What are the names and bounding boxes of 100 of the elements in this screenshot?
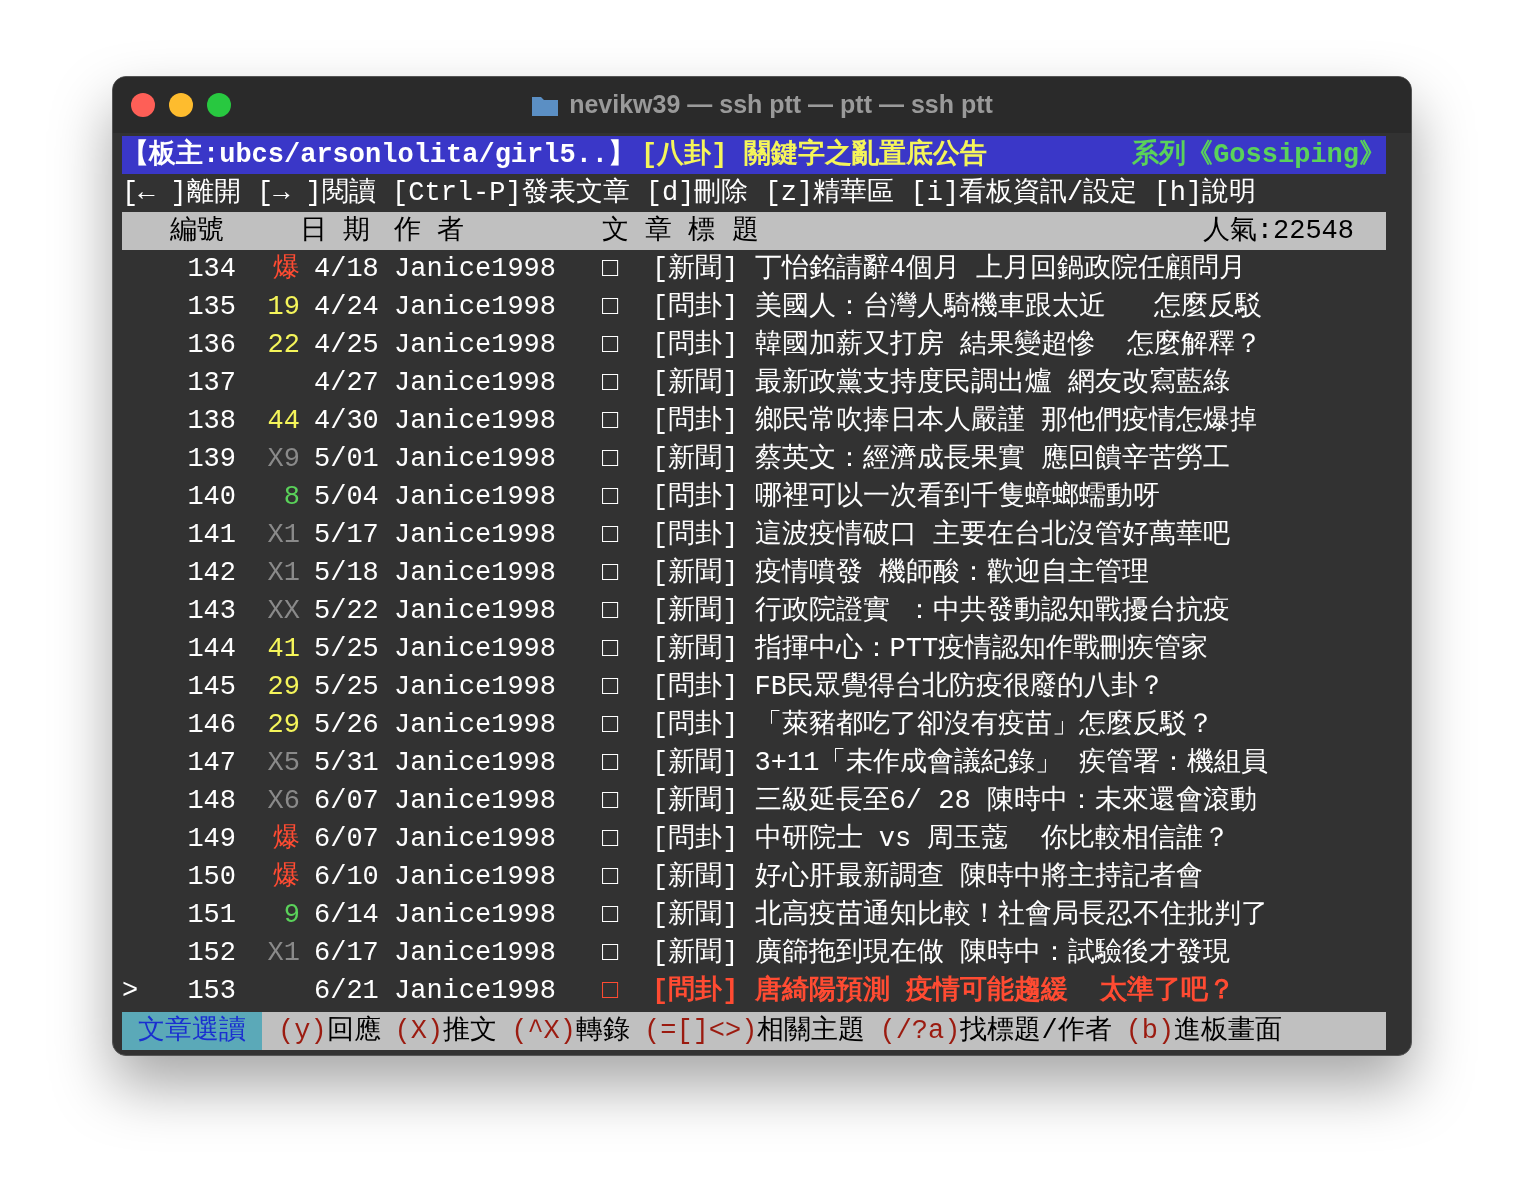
article-date: 4/18 — [314, 254, 379, 284]
article-number: 147 — [187, 748, 236, 778]
article-author: Janice1998 — [394, 520, 557, 550]
article-number: 150 — [187, 862, 236, 892]
article-number: 143 — [187, 596, 236, 626]
article-title[interactable]: [問卦] 「萊豬都吃了卻沒有疫苗」怎麼反駁？ — [652, 706, 1214, 744]
read-mark: □ — [602, 824, 619, 854]
read-mark: □ — [602, 482, 619, 512]
read-mark: □ — [602, 444, 619, 474]
article-date: 6/07 — [314, 824, 379, 854]
article-date: 5/01 — [314, 444, 379, 474]
recommend-count: 爆 — [273, 254, 300, 284]
article-title[interactable]: [問卦] 這波疫情破口 主要在台北沒管好萬華吧 — [652, 516, 1230, 554]
recommend-count: X5 — [267, 748, 300, 778]
article-title[interactable]: [問卦] 鄉民常吹捧日本人嚴謹 那他們疫情怎爆掉 — [652, 402, 1257, 440]
article-title[interactable]: [新聞] 疫情噴發 機師酸：歡迎自主管理 — [652, 554, 1149, 592]
recommend-count: 19 — [267, 292, 300, 322]
article-author: Janice1998 — [394, 406, 557, 436]
recommend-count: 29 — [267, 672, 300, 702]
article-date: 5/18 — [314, 558, 379, 588]
article-title[interactable]: [新聞] 丁怡銘請辭4個月 上月回鍋政院任顧問月 — [652, 250, 1246, 288]
notice-text: [八卦] 關鍵字之亂置底公告 — [641, 137, 987, 172]
article-date: 6/07 — [314, 786, 379, 816]
article-title[interactable]: [問卦] FB民眾覺得台北防疫很廢的八卦？ — [652, 668, 1165, 706]
recommend-count: X1 — [267, 938, 300, 968]
article-author: Janice1998 — [394, 596, 557, 626]
command-hint: (^X)轉錄 — [511, 1015, 631, 1048]
article-author: Janice1998 — [394, 976, 557, 1006]
article-author: Janice1998 — [394, 558, 557, 588]
article-title[interactable]: [問卦] 中研院士 vs 周玉蔻 你比較相信誰？ — [652, 820, 1230, 858]
article-title[interactable]: [新聞] 行政院證實 ：中共發動認知戰擾台抗疫 — [652, 592, 1230, 630]
popularity-text: 人氣:22548 — [1202, 215, 1354, 248]
command-hint: (X)推文 — [394, 1014, 498, 1048]
article-number: 139 — [187, 444, 236, 474]
article-date: 6/21 — [314, 976, 379, 1006]
article-date: 5/26 — [314, 710, 379, 740]
article-date: 5/22 — [314, 596, 379, 626]
article-number: 151 — [187, 900, 236, 930]
article-number: 148 — [187, 786, 236, 816]
article-title[interactable]: [問卦] 韓國加薪又打房 結果變超慘 怎麼解釋？ — [652, 326, 1263, 364]
recommend-count: XX — [267, 596, 300, 626]
recommend-count: X1 — [267, 520, 300, 550]
article-number: 142 — [187, 558, 236, 588]
cursor: > — [122, 976, 139, 1006]
article-title[interactable]: [新聞] 蔡英文：經濟成長果實 應回饋辛苦勞工 — [652, 440, 1230, 478]
article-author: Janice1998 — [394, 634, 557, 664]
article-author: Janice1998 — [394, 368, 557, 398]
article-date: 5/25 — [314, 634, 379, 664]
article-number: 144 — [187, 634, 236, 664]
article-title[interactable]: [新聞] 3+11「未作成會議紀錄」 疾管署：機組員 — [652, 744, 1268, 782]
article-number: 136 — [187, 330, 236, 360]
article-date: 5/25 — [314, 672, 379, 702]
series-text: 系列《Gossiping》 — [1132, 138, 1386, 172]
read-mark: □ — [602, 786, 619, 816]
article-date: 6/17 — [314, 938, 379, 968]
article-title[interactable]: [問卦] 哪裡可以一次看到千隻蟑螂蠕動呀 — [652, 478, 1160, 516]
article-author: Janice1998 — [394, 786, 557, 816]
article-number: 135 — [187, 292, 236, 322]
read-mark: □ — [602, 558, 619, 588]
article-author: Janice1998 — [394, 254, 557, 284]
article-author: Janice1998 — [394, 824, 557, 854]
article-title[interactable]: [新聞] 最新政黨支持度民調出爐 網友改寫藍綠 — [652, 364, 1230, 402]
recommend-count: 22 — [267, 330, 300, 360]
article-date: 6/14 — [314, 900, 379, 930]
read-mark: □ — [602, 292, 619, 322]
recommend-count: 41 — [267, 634, 300, 664]
minimize-button[interactable] — [169, 93, 193, 117]
article-date: 4/30 — [314, 406, 379, 436]
article-title[interactable]: [新聞] 廣篩拖到現在做 陳時中：試驗後才發現 — [652, 934, 1230, 972]
article-date: 4/27 — [314, 368, 379, 398]
article-title[interactable]: [新聞] 三級延長至6/ 28 陳時中：未來還會滾動 — [652, 782, 1257, 820]
read-mark: □ — [602, 634, 619, 664]
read-mark: □ — [602, 596, 619, 626]
article-author: Janice1998 — [394, 938, 557, 968]
number-heading: 編號 — [170, 215, 224, 248]
article-title[interactable]: [問卦] 唐綺陽預測 疫情可能趨緩 太準了吧？ — [652, 972, 1236, 1010]
close-button[interactable] — [131, 93, 155, 117]
zoom-button[interactable] — [207, 93, 231, 117]
article-number: 137 — [187, 368, 236, 398]
article-author: Janice1998 — [394, 900, 557, 930]
article-title[interactable]: [新聞] 北高疫苗通知比較！社會局長忍不住批判了 — [652, 896, 1268, 934]
recommend-count: 9 — [283, 900, 300, 930]
recommend-count: 29 — [267, 710, 300, 740]
article-date: 5/31 — [314, 748, 379, 778]
article-title[interactable]: [問卦] 美國人：台灣人騎機車跟太近 怎麼反駁 — [652, 288, 1263, 326]
recommend-count: X1 — [267, 558, 300, 588]
command-hint: (b)進板畫面 — [1125, 1014, 1283, 1048]
recommend-count: 爆 — [273, 862, 300, 892]
article-date: 6/10 — [314, 862, 379, 892]
read-mark: □ — [602, 520, 619, 550]
article-title[interactable]: [新聞] 指揮中心：PTT疫情認知作戰刪疾管家 — [652, 630, 1209, 668]
article-date: 4/25 — [314, 330, 379, 360]
read-mark: □ — [602, 406, 619, 436]
article-number: 140 — [187, 482, 236, 512]
read-mark: □ — [602, 672, 619, 702]
recommend-count: X6 — [267, 786, 300, 816]
article-title[interactable]: [新聞] 好心肝最新調查 陳時中將主持記者會 — [652, 858, 1203, 896]
article-date: 5/04 — [314, 482, 379, 512]
read-mark: □ — [602, 330, 619, 360]
article-author: Janice1998 — [394, 330, 557, 360]
